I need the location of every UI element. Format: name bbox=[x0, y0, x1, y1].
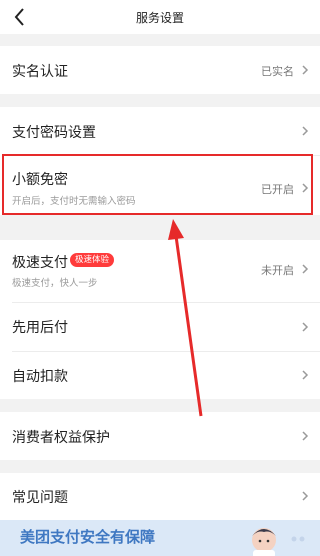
chevron-right-icon bbox=[302, 264, 309, 274]
row-faq[interactable]: 常见问题 bbox=[0, 473, 320, 520]
divider bbox=[12, 302, 320, 303]
row-consumer-rights[interactable]: 消费者权益保护 bbox=[0, 412, 320, 460]
chevron-right-icon bbox=[302, 370, 309, 380]
row-pay-later[interactable]: 先用后付 bbox=[0, 302, 320, 351]
row-subtitle: 极速支付，快人一步 bbox=[12, 278, 98, 289]
row-value: 已实名 bbox=[261, 65, 294, 78]
banner-decoration-icon bbox=[291, 536, 305, 542]
divider bbox=[12, 351, 320, 352]
row-label: 消费者权益保护 bbox=[12, 430, 110, 446]
mascot-illustration bbox=[252, 528, 276, 556]
page-title: 服务设置 bbox=[135, 10, 184, 25]
row-label: 先用后付 bbox=[12, 320, 68, 336]
row-label: 常见问题 bbox=[12, 490, 68, 506]
row-label: 支付密码设置 bbox=[12, 125, 96, 141]
highlight-box bbox=[2, 154, 313, 215]
row-label: 自动扣款 bbox=[12, 369, 68, 385]
promo-badge: 极速体验 bbox=[70, 253, 115, 267]
row-value: 未开启 bbox=[261, 264, 294, 277]
chevron-right-icon bbox=[302, 322, 309, 332]
row-pay-password[interactable]: 支付密码设置 bbox=[0, 107, 320, 155]
row-real-name[interactable]: 实名认证 已实名 bbox=[0, 46, 320, 94]
top-bar: 服务设置 bbox=[0, 0, 320, 34]
chevron-right-icon bbox=[302, 491, 309, 501]
row-fast-pay[interactable]: 极速支付 极速体验 极速支付，快人一步 未开启 bbox=[0, 240, 320, 302]
chevron-right-icon bbox=[302, 126, 309, 136]
row-auto-debit[interactable]: 自动扣款 bbox=[0, 351, 320, 399]
back-arrow-icon[interactable] bbox=[8, 5, 32, 29]
chevron-right-icon bbox=[302, 431, 309, 441]
row-label: 极速支付 bbox=[12, 255, 68, 271]
row-label: 实名认证 bbox=[12, 64, 68, 80]
banner-text: 美团支付安全有保障 bbox=[20, 528, 156, 546]
chevron-right-icon bbox=[302, 65, 309, 75]
